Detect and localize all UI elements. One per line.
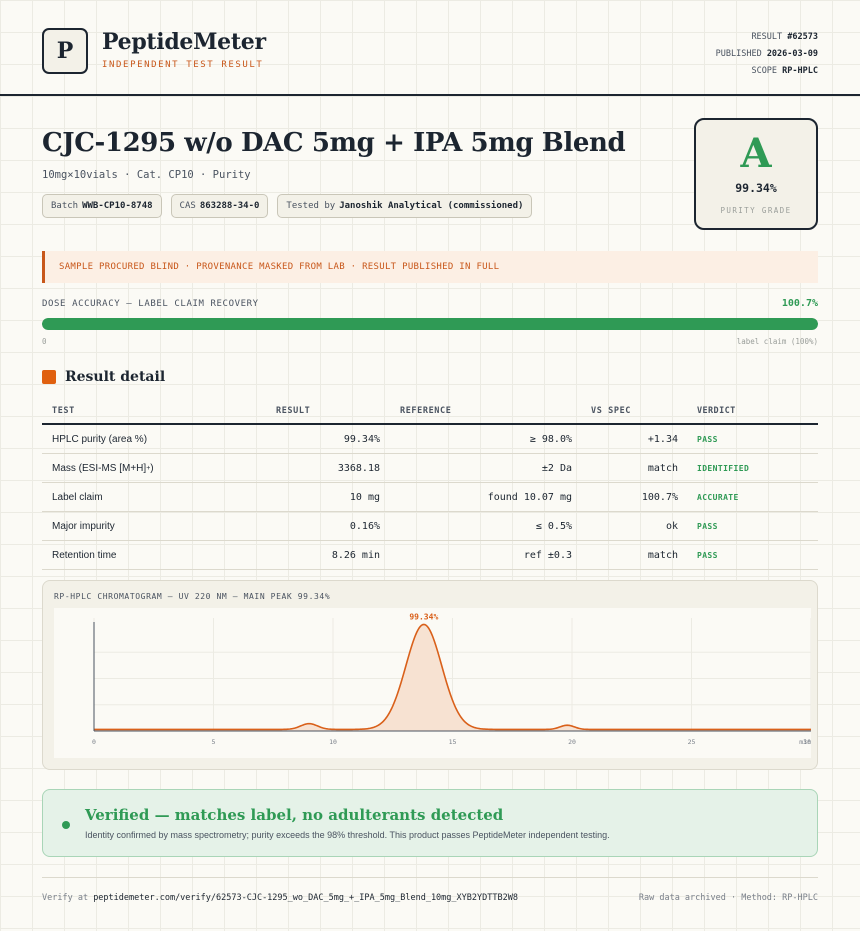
cell-reference: ±2 Da (541, 462, 572, 474)
section-title: Result detail (65, 369, 166, 385)
product-subtitle: 10mg×10vials · Cat. CP10 · Purity (42, 169, 251, 181)
header-reference: REFERENCE (400, 405, 452, 416)
verify-url[interactable]: peptidemeter.com/verify/62573-CJC-1295_w… (93, 893, 518, 903)
verified-panel: Verified — matches label, no adulterants… (42, 789, 818, 857)
table-row: Major impurity 0.16% ≤ 0.5% ok PASS (42, 512, 818, 541)
cell-verdict: PASS (697, 434, 718, 444)
cell-result: 8.26 min (331, 549, 380, 561)
verify-link-text: Verify at peptidemeter.com/verify/62573-… (42, 893, 518, 903)
result-meta: RESULT #62573 PUBLISHED 2026-03-09 SCOPE… (716, 29, 818, 80)
main-peak-label: 99.34% (409, 612, 438, 621)
blind-sample-banner: SAMPLE PROCURED BLIND · PROVENANCE MASKE… (42, 251, 818, 283)
header: P PeptideMeter INDEPENDENT TEST RESULT R… (0, 0, 860, 96)
x-unit-label: min (799, 738, 811, 746)
cell-test: Retention time (52, 549, 117, 561)
meta-published: PUBLISHED 2026-03-09 (715, 49, 818, 59)
cell-verdict: IDENTIFIED (697, 463, 750, 473)
meta-result: RESULT #62573 (751, 32, 818, 42)
cell-test: HPLC purity (area %) (52, 433, 148, 445)
table-row: HPLC purity (area %) 99.34% ≥ 98.0% +1.3… (42, 425, 818, 454)
verified-subtitle: Identity confirmed by mass spectrometry;… (85, 830, 610, 840)
x-tick-label: 0 (92, 738, 96, 746)
grade-label: PURITY GRADE (720, 206, 792, 215)
cell-test: Major impurity (52, 520, 115, 532)
footer-method: Raw data archived · Method: RP-HPLC (638, 893, 818, 903)
purity-grade-card: A 99.34% PURITY GRADE (694, 118, 818, 230)
product-chips: Batch WWB-CP10-8748 CAS 863288-34-0 Test… (42, 194, 533, 218)
cell-vs-spec: match (647, 549, 678, 561)
cell-reference: ref ±0.3 (523, 549, 572, 561)
x-tick-label: 5 (212, 738, 216, 746)
chromatogram-panel: RP-HPLC CHROMATOGRAM — UV 220 NM — MAIN … (42, 580, 818, 770)
table-row: Retention time 8.26 min ref ±0.3 match P… (42, 541, 818, 570)
verified-status-dot (62, 821, 70, 829)
verified-title: Verified — matches label, no adulterants… (85, 806, 504, 824)
cell-result: 10 mg (349, 491, 380, 503)
cell-result: 0.16% (349, 520, 380, 532)
table-row: Mass (ESI-MS [M+H] +) 3368.18 ±2 Da match… (42, 454, 818, 483)
cell-reference: found 10.07 mg (487, 491, 572, 503)
table-row: Label claim 10 mg found 10.07 mg 100.7% … (42, 483, 818, 512)
header-vs-spec: VS SPEC (591, 405, 632, 416)
chromatogram-title: RP-HPLC CHROMATOGRAM — UV 220 NM — MAIN … (54, 592, 331, 601)
batch-chip: Batch WWB-CP10-8748 (42, 194, 162, 218)
header-verdict: VERDICT (697, 405, 736, 416)
cell-verdict: ACCURATE (697, 492, 739, 502)
cell-test: Mass (ESI-MS [M+H] +) (52, 462, 154, 474)
brand-name: PeptideMeter (102, 29, 266, 55)
chromatogram-plot: 0 5 10 15 20 25 30min 99.34% (54, 608, 811, 758)
cell-result: 3368.18 (337, 462, 380, 474)
grade-value: 99.34% (735, 181, 777, 195)
x-tick-label: 20 (568, 738, 576, 746)
brand-subtitle: INDEPENDENT TEST RESULT (102, 60, 264, 70)
cell-reference: ≥ 98.0% (529, 433, 572, 445)
cell-vs-spec: +1.34 (647, 433, 678, 445)
cas-chip: CAS 863288-34-0 (170, 194, 269, 218)
header-test: TEST (52, 405, 75, 416)
dose-accuracy-value: 100.7% (781, 298, 818, 309)
dose-max-label: label claim (100%) (736, 337, 818, 346)
x-tick-label: 15 (449, 738, 457, 746)
cell-result: 99.34% (343, 433, 380, 445)
section-marker (42, 370, 56, 384)
header-result: RESULT (276, 405, 311, 416)
footer-divider (42, 877, 818, 878)
cell-vs-spec: 100.7% (641, 491, 678, 503)
logo-mark: P (42, 28, 88, 74)
cell-test: Label claim (52, 491, 103, 503)
grade-letter: A (740, 130, 772, 177)
meta-scope: SCOPE RP-HPLC (751, 66, 818, 76)
cell-reference: ≤ 0.5% (535, 520, 572, 532)
cell-vs-spec: match (647, 462, 678, 474)
dose-accuracy-label: DOSE ACCURACY — LABEL CLAIM RECOVERY (42, 299, 259, 309)
dose-progress-fill (42, 318, 818, 330)
cell-vs-spec: ok (665, 520, 678, 532)
dose-progress-track (42, 318, 818, 330)
tested-by-chip: Tested by Janoshik Analytical (commissio… (277, 194, 533, 218)
dose-min-label: 0 (42, 337, 47, 346)
product-title: CJC-1295 w/o DAC 5mg + IPA 5mg Blend (42, 128, 626, 158)
x-tick-label: 10 (329, 738, 337, 746)
result-table: TEST RESULT REFERENCE VS SPEC VERDICT HP… (42, 398, 818, 570)
cell-verdict: PASS (697, 521, 718, 531)
cell-verdict: PASS (697, 550, 718, 560)
x-tick-label: 25 (688, 738, 696, 746)
table-header: TEST RESULT REFERENCE VS SPEC VERDICT (42, 398, 818, 425)
